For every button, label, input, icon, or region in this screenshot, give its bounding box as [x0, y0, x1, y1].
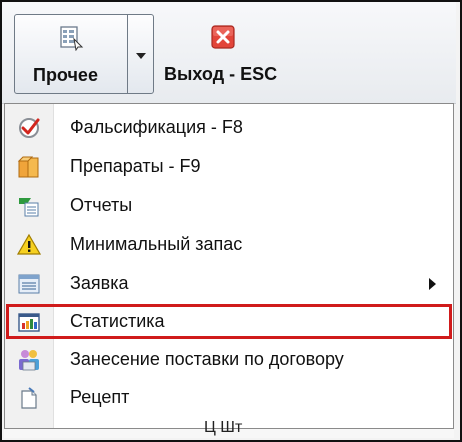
toolbar: Прочее Выход - ESC [2, 2, 456, 104]
bar-chart-icon [18, 313, 40, 332]
other-button-label: Прочее [33, 65, 98, 85]
background-grid-header: Ц Шт [4, 419, 454, 438]
menu-item-label: Рецепт [70, 387, 130, 407]
list-form-icon [18, 274, 40, 294]
menu-item-falsification[interactable]: Фальсификация - F8 [6, 110, 452, 145]
menu-item-label: Препараты - F9 [70, 156, 201, 176]
menu-item-label: Минимальный запас [70, 234, 243, 254]
checkmark-seal-icon [19, 118, 40, 138]
menu-item-statistics[interactable]: Статистика [6, 304, 452, 339]
document-icon [21, 387, 37, 409]
menu-item-min-stock[interactable]: Минимальный запас [6, 227, 452, 262]
menu-item-prescription[interactable]: Рецепт [6, 380, 452, 415]
menu-item-label: Фальсификация - F8 [70, 117, 243, 137]
background-text: Ц Шт [204, 419, 243, 436]
warning-triangle-icon [17, 233, 41, 255]
grid-report-icon [60, 26, 84, 51]
delivery-people-icon [19, 350, 39, 371]
menu-item-label: Отчеты [70, 195, 133, 215]
menu-item-label: Заявка [70, 273, 129, 293]
other-button[interactable]: Прочее [15, 15, 128, 93]
menu-item-drugs[interactable]: Препараты - F9 [6, 149, 452, 184]
menu-item-reports[interactable]: Отчеты [6, 188, 452, 223]
dropdown-menu: Фальсификация - F8 Препараты - F9 Отчеты… [4, 103, 454, 429]
menu-item-request[interactable]: Заявка [6, 266, 452, 301]
other-dropdown-arrow[interactable] [128, 15, 153, 93]
exit-button[interactable]: Выход - ESC [160, 14, 320, 94]
exit-button-label: Выход - ESC [164, 64, 278, 84]
chevron-down-icon [136, 53, 146, 59]
menu-item-contract-delivery[interactable]: Занесение поставки по договору [6, 342, 452, 377]
other-split-button[interactable]: Прочее [14, 14, 154, 94]
chevron-right-icon [429, 278, 436, 290]
menu-item-label: Занесение поставки по договору [70, 349, 344, 369]
close-red-icon [211, 25, 235, 49]
report-table-icon [19, 198, 39, 217]
boxes-icon [17, 156, 39, 178]
menu-item-label: Статистика [70, 311, 165, 331]
